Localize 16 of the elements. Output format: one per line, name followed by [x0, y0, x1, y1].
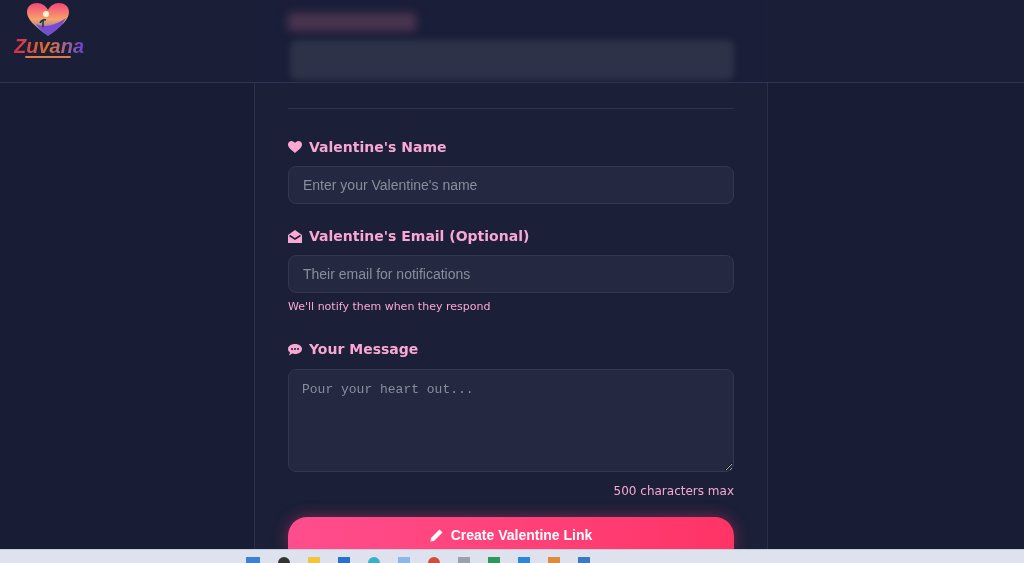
logo-heart-icon	[26, 2, 70, 38]
text-field[interactable]: Their email for notifications	[288, 255, 734, 293]
app-icon[interactable]	[368, 557, 380, 563]
text-field[interactable]: Enter your Valentine's name	[288, 166, 734, 204]
hint-text: We'll notify them when they respond	[288, 299, 492, 315]
message-field[interactable]: Pour your heart out...	[288, 368, 734, 472]
app-icon[interactable]	[428, 557, 440, 563]
chat-icon	[288, 343, 302, 356]
create-link-button[interactable]: Create Valentine Link	[288, 516, 734, 550]
pencil-icon	[429, 529, 443, 542]
field-label: Your Message	[309, 340, 419, 359]
heart-icon	[288, 141, 302, 153]
field-label: Valentine's Email (Optional)	[309, 226, 530, 246]
envelope-icon	[288, 229, 302, 243]
character-limit: 500 characters max	[613, 482, 734, 500]
field-label: Valentine's Name	[309, 137, 447, 157]
